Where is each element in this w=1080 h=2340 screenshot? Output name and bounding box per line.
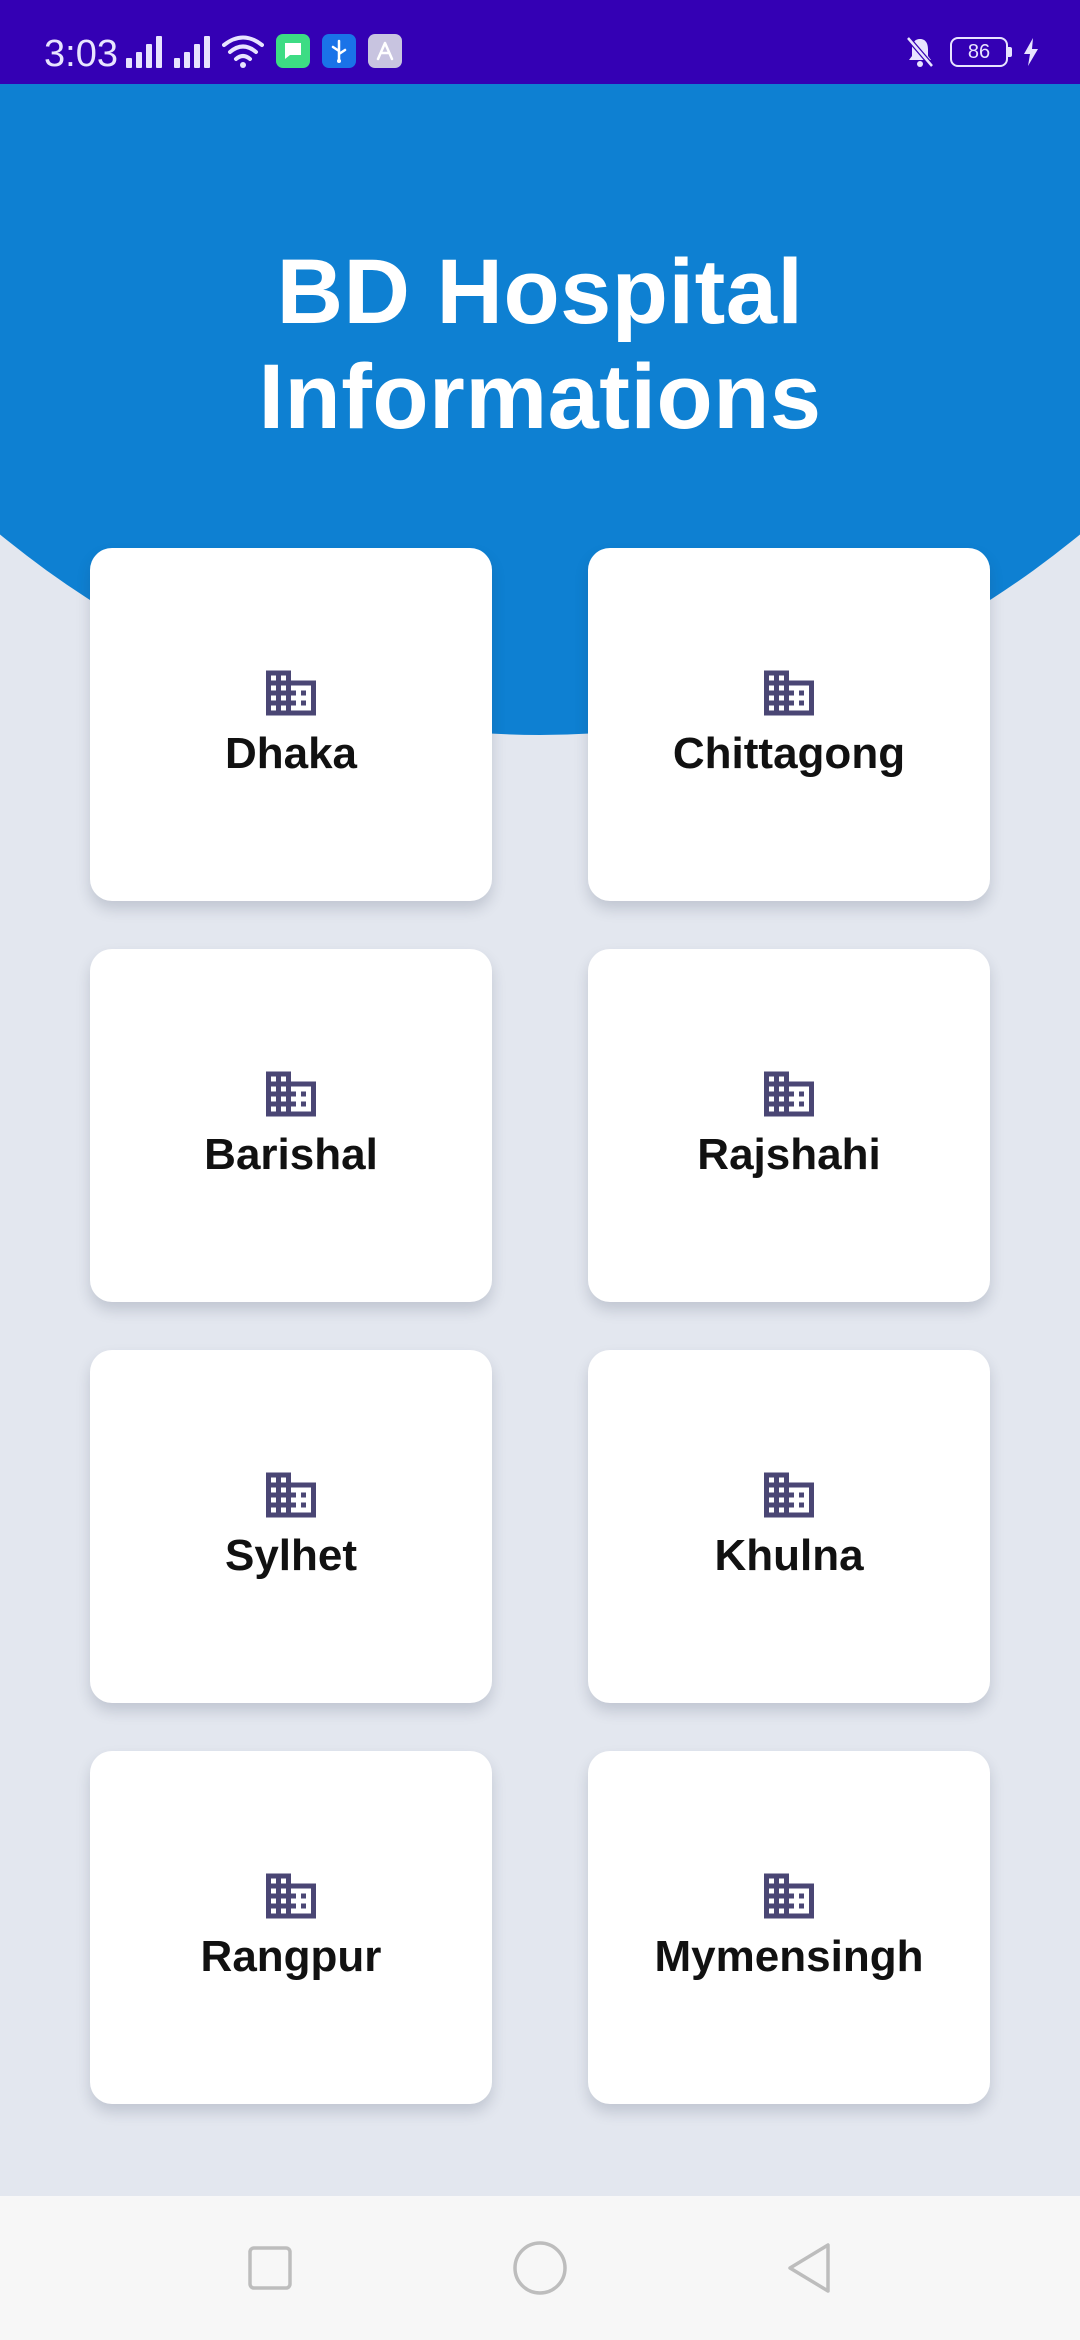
division-label: Mymensingh xyxy=(654,1931,924,1981)
division-card-rangpur[interactable]: Rangpur xyxy=(90,1751,492,2104)
mute-icon xyxy=(906,36,934,68)
app-notification-icon xyxy=(368,34,402,68)
division-grid: Dhaka Chittagong Barishal Rajshahi Sylhe… xyxy=(90,548,990,2104)
division-card-dhaka[interactable]: Dhaka xyxy=(90,548,492,901)
division-label: Chittagong xyxy=(672,728,906,778)
division-label: Rangpur xyxy=(200,1931,382,1981)
navigation-bar xyxy=(0,2196,1080,2340)
status-left-icons xyxy=(126,28,402,68)
building-icon xyxy=(266,1071,316,1116)
building-icon xyxy=(266,670,316,715)
page-title: BD Hospital Informations xyxy=(258,241,822,448)
signal-icon xyxy=(174,34,210,68)
division-label: Khulna xyxy=(714,1530,864,1580)
status-bar: 3:03 86 xyxy=(0,0,1080,84)
division-card-khulna[interactable]: Khulna xyxy=(588,1350,990,1703)
app-screen: 3:03 86 BD Hospital Informations Dhaka C… xyxy=(0,0,1080,2340)
building-icon xyxy=(266,1873,316,1918)
division-label: Sylhet xyxy=(224,1530,358,1580)
battery-icon: 86 xyxy=(950,37,1012,67)
division-label: Rajshahi xyxy=(697,1129,881,1179)
division-card-rajshahi[interactable]: Rajshahi xyxy=(588,949,990,1302)
status-right-icons: 86 xyxy=(904,32,1040,72)
back-icon[interactable] xyxy=(782,2240,838,2296)
signal-icon xyxy=(126,34,162,68)
division-label: Barishal xyxy=(204,1129,378,1179)
home-icon[interactable] xyxy=(512,2240,568,2296)
building-icon xyxy=(764,1472,814,1517)
wifi-icon xyxy=(222,35,264,68)
division-card-sylhet[interactable]: Sylhet xyxy=(90,1350,492,1703)
message-notification-icon xyxy=(276,34,310,68)
charging-icon xyxy=(1024,38,1038,66)
division-card-barishal[interactable]: Barishal xyxy=(90,949,492,1302)
battery-level: 86 xyxy=(967,40,991,63)
building-icon xyxy=(764,670,814,715)
recent-apps-icon[interactable] xyxy=(242,2240,298,2296)
division-label: Dhaka xyxy=(224,728,358,778)
building-icon xyxy=(266,1472,316,1517)
status-time: 3:03 xyxy=(44,33,118,75)
division-card-chittagong[interactable]: Chittagong xyxy=(588,548,990,901)
division-card-mymensingh[interactable]: Mymensingh xyxy=(588,1751,990,2104)
usb-icon xyxy=(322,34,356,68)
building-icon xyxy=(764,1873,814,1918)
building-icon xyxy=(764,1071,814,1116)
